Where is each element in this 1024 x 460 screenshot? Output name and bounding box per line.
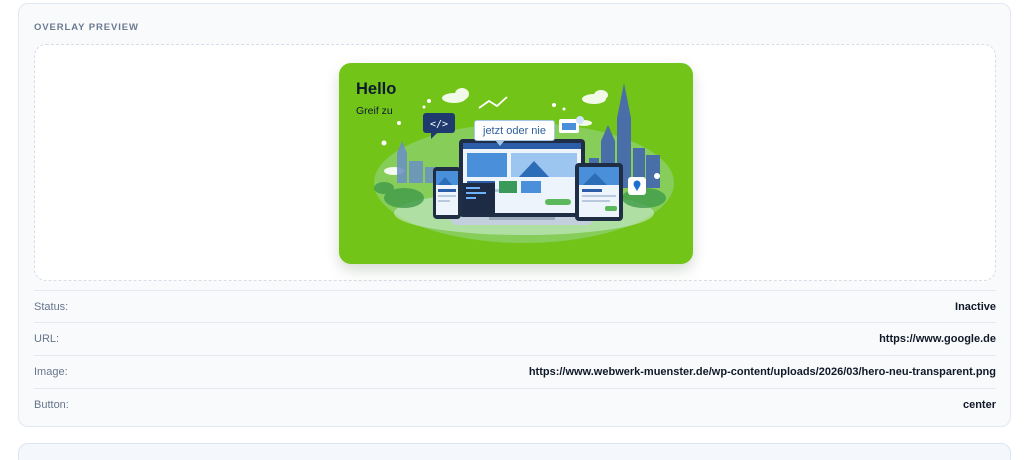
status-label: Status: [34,301,69,313]
overlay-heading: Hello [356,80,397,98]
url-label: URL: [34,333,60,345]
overlay-preview-panel: OVERLAY PREVIEW </> Hello Greif zu jetzt… [18,3,1011,427]
overlay-subheading: Greif zu [356,105,393,117]
url-row: URL: https://www.google.de [34,322,996,354]
overlay-card: </> Hello Greif zu jetzt oder nie [339,63,693,264]
preview-area: </> Hello Greif zu jetzt oder nie [34,44,996,281]
speech-bubble: jetzt oder nie [474,120,555,146]
image-row: Image: https://www.webwerk-muenster.de/w… [34,355,996,387]
button-label: Button: [34,399,69,411]
button-value: center [962,399,996,411]
url-value: https://www.google.de [879,333,996,345]
status-value: Inactive [955,301,996,313]
status-row: Status: Inactive [34,290,996,322]
panel-title: OVERLAY PREVIEW [34,22,139,33]
code-badge-text: </> [430,119,448,130]
button-row: Button: center [34,388,996,420]
image-value: https://www.webwerk-muenster.de/wp-conte… [528,366,996,378]
next-panel [18,443,1011,460]
image-label: Image: [34,366,68,378]
